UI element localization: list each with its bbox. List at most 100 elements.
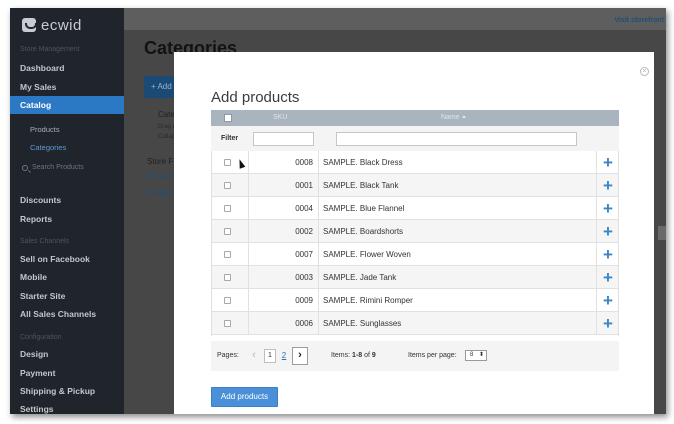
row-sku: 0008 [295, 158, 313, 167]
table-row: 0007 SAMPLE. Flower Woven + [211, 243, 619, 266]
sidebar-item-mobile[interactable]: Mobile [20, 272, 47, 282]
sidebar-item-starter-site[interactable]: Starter Site [20, 291, 65, 301]
sidebar-item-all-sales-channels[interactable]: All Sales Channels [20, 309, 96, 319]
next-page-chevron-icon[interactable]: › [292, 347, 308, 365]
search-icon [22, 164, 28, 171]
row-name: SAMPLE. Blue Flannel [323, 204, 405, 213]
table-row: 0002 SAMPLE. Boardshorts + [211, 220, 619, 243]
add-row-plus-icon[interactable]: + [597, 220, 619, 243]
row-sku: 0002 [295, 227, 313, 236]
row-checkbox[interactable] [224, 297, 231, 304]
column-header-name-label: Name [441, 114, 460, 121]
sidebar-item-catalog[interactable]: Catalog [10, 96, 124, 114]
column-header-sku[interactable]: SKU [273, 114, 287, 121]
prev-page-chevron-icon[interactable]: ‹ [246, 347, 262, 365]
card-text-2: Collap [158, 134, 176, 140]
add-row-plus-icon[interactable]: + [597, 174, 619, 197]
sidebar: ecwid Store Management Dashboard My Sale… [10, 8, 124, 414]
sidebar-search-placeholder: Search Products [32, 164, 84, 171]
column-header-name[interactable]: Name [441, 114, 466, 121]
select-all-checkbox[interactable] [224, 114, 232, 122]
row-checkbox[interactable] [224, 159, 231, 166]
table-row: 0009 SAMPLE. Rimini Romper + [211, 289, 619, 312]
add-row-plus-icon[interactable]: + [597, 197, 619, 220]
row-name: SAMPLE. Black Tank [323, 181, 399, 190]
sidebar-item-catalog-label: Catalog [20, 100, 52, 110]
sidebar-section-sales-channels: Sales Channels [20, 238, 70, 245]
sidebar-item-settings[interactable]: Settings [20, 404, 54, 414]
close-icon[interactable]: × [640, 67, 649, 76]
table-row: 0006 SAMPLE. Sunglasses + [211, 312, 619, 335]
row-checkbox[interactable] [224, 251, 231, 258]
sidebar-item-design[interactable]: Design [20, 349, 48, 359]
category-store-front[interactable]: Store F [147, 157, 173, 166]
sidebar-item-discounts[interactable]: Discounts [20, 195, 61, 205]
row-checkbox[interactable] [224, 182, 231, 189]
items-per-page-value: 8 [470, 352, 474, 358]
row-sku: 0001 [295, 181, 313, 190]
items-count: Items: 1-8 of 9 [331, 352, 376, 359]
table-row: 0008 SAMPLE. Black Dress + [211, 151, 619, 174]
add-row-plus-icon[interactable]: + [597, 243, 619, 266]
name-filter-input[interactable] [336, 132, 577, 146]
sidebar-item-payment[interactable]: Payment [20, 368, 55, 378]
row-name: SAMPLE. Jade Tank [323, 273, 397, 282]
sidebar-item-sell-on-facebook[interactable]: Sell on Facebook [20, 254, 90, 264]
ecwid-logo-icon [22, 18, 37, 32]
sidebar-section-configuration: Configuration [20, 334, 62, 341]
add-row-plus-icon[interactable]: + [597, 289, 619, 312]
sku-filter-input[interactable] [253, 132, 314, 146]
top-bar: Visit storefront [124, 8, 666, 30]
sidebar-section-store-management: Store Management [20, 46, 80, 53]
row-checkbox[interactable] [224, 320, 231, 327]
app-window: ecwid Store Management Dashboard My Sale… [10, 8, 666, 414]
items-range: 1-8 [352, 352, 363, 359]
add-products-button[interactable]: Add products [211, 387, 278, 407]
add-row-plus-icon[interactable]: + [597, 266, 619, 289]
items-per-page-select[interactable]: 8 ⬍ [465, 350, 487, 361]
row-name: SAMPLE. Black Dress [323, 158, 403, 167]
modal-title: Add products [211, 89, 300, 106]
row-sku: 0003 [295, 273, 313, 282]
table-row: 0004 SAMPLE. Blue Flannel + [211, 197, 619, 220]
row-sku: 0004 [295, 204, 313, 213]
row-checkbox[interactable] [224, 205, 231, 212]
pagination-bar: Pages: ‹ 1 2 › Items: 1-8 of 9 Items per… [211, 341, 619, 371]
add-row-plus-icon[interactable]: + [597, 151, 619, 174]
row-name: SAMPLE. Boardshorts [323, 227, 404, 236]
row-sku: 0006 [295, 319, 313, 328]
filter-row: Filter [211, 126, 619, 151]
add-products-modal: × Add products SKU Name Filter 0008 SAMP… [174, 52, 654, 414]
page-2-link[interactable]: 2 [279, 349, 289, 363]
sidebar-item-shipping-pickup[interactable]: Shipping & Pickup [20, 386, 95, 396]
sidebar-search[interactable]: Search Products [22, 164, 84, 171]
logo-text: ecwid [41, 16, 82, 34]
sort-asc-icon [461, 115, 466, 118]
visit-storefront-link[interactable]: Visit storefront [614, 17, 664, 24]
table-row: 0001 SAMPLE. Black Tank + [211, 174, 619, 197]
add-category-button[interactable]: + Add [144, 76, 174, 98]
filter-label: Filter [221, 135, 239, 142]
card-title: Cate [158, 110, 175, 119]
sidebar-item-my-sales[interactable]: My Sales [20, 82, 56, 92]
row-checkbox[interactable] [224, 228, 231, 235]
category-computers[interactable]: Compu [147, 188, 173, 197]
add-row-plus-icon[interactable]: + [597, 312, 619, 335]
scroll-edge [658, 226, 666, 240]
sidebar-item-dashboard[interactable]: Dashboard [20, 63, 64, 73]
page-1-button[interactable]: 1 [264, 349, 276, 363]
sidebar-sub-categories[interactable]: Categories [30, 143, 66, 152]
table-row: 0003 SAMPLE. Jade Tank + [211, 266, 619, 289]
category-phones[interactable]: Phone [147, 172, 170, 181]
table-header: SKU Name [211, 110, 619, 126]
sidebar-item-reports[interactable]: Reports [20, 214, 52, 224]
row-checkbox[interactable] [224, 274, 231, 281]
select-arrows-icon: ⬍ [478, 352, 484, 358]
row-sku: 0007 [295, 250, 313, 259]
row-name: SAMPLE. Flower Woven [323, 250, 411, 259]
row-sku: 0009 [295, 296, 313, 305]
sidebar-sub-products[interactable]: Products [30, 125, 60, 134]
row-name: SAMPLE. Rimini Romper [323, 296, 413, 305]
pages-label: Pages: [217, 352, 239, 359]
items-of: of [364, 352, 370, 359]
